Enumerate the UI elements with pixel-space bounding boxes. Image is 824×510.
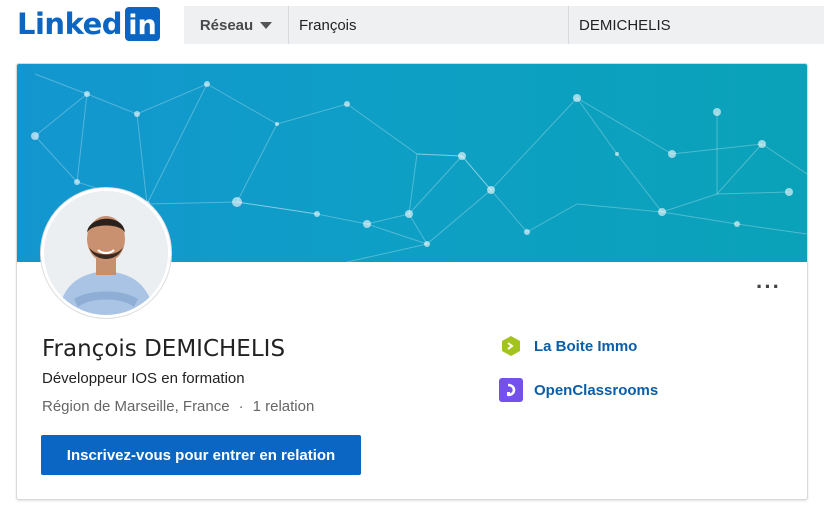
signup-connect-button[interactable]: Inscrivez-vous pour entrer en relation (41, 435, 361, 475)
profile-headline: Développeur IOS en formation (42, 370, 245, 387)
company-item-openclassrooms[interactable]: OpenClassrooms (499, 378, 658, 402)
meta-separator: · (238, 398, 244, 415)
more-options-icon[interactable]: ··· (756, 274, 781, 300)
last-name-input[interactable] (569, 6, 824, 44)
profile-avatar[interactable] (41, 188, 171, 318)
company-name-link[interactable]: La Boite Immo (534, 338, 637, 355)
first-name-input[interactable] (289, 6, 569, 44)
linkedin-logo[interactable]: Linked in (17, 6, 160, 42)
caret-down-icon (260, 21, 273, 29)
profile-meta: Région de Marseille, France · 1 relation (42, 398, 314, 415)
company-name-link[interactable]: OpenClassrooms (534, 382, 658, 399)
profile-card: ··· François DEMICHELIS Développeur IOS … (16, 63, 808, 500)
people-search-bar: Réseau (184, 6, 824, 44)
network-dropdown-label: Réseau (199, 16, 254, 34)
openclassrooms-logo-icon (499, 378, 523, 402)
person-photo-icon (44, 191, 168, 315)
profile-name: François DEMICHELIS (42, 336, 286, 362)
logo-wordmark: Linked (17, 7, 123, 41)
connections-count[interactable]: 1 relation (253, 398, 315, 415)
logo-in-box: in (125, 7, 160, 41)
la-boite-immo-logo-icon (499, 334, 523, 358)
network-dropdown[interactable]: Réseau (184, 6, 289, 44)
top-header: Linked in Réseau (0, 0, 824, 50)
profile-location: Région de Marseille, France (42, 398, 230, 415)
company-item-la-boite-immo[interactable]: La Boite Immo (499, 334, 637, 358)
